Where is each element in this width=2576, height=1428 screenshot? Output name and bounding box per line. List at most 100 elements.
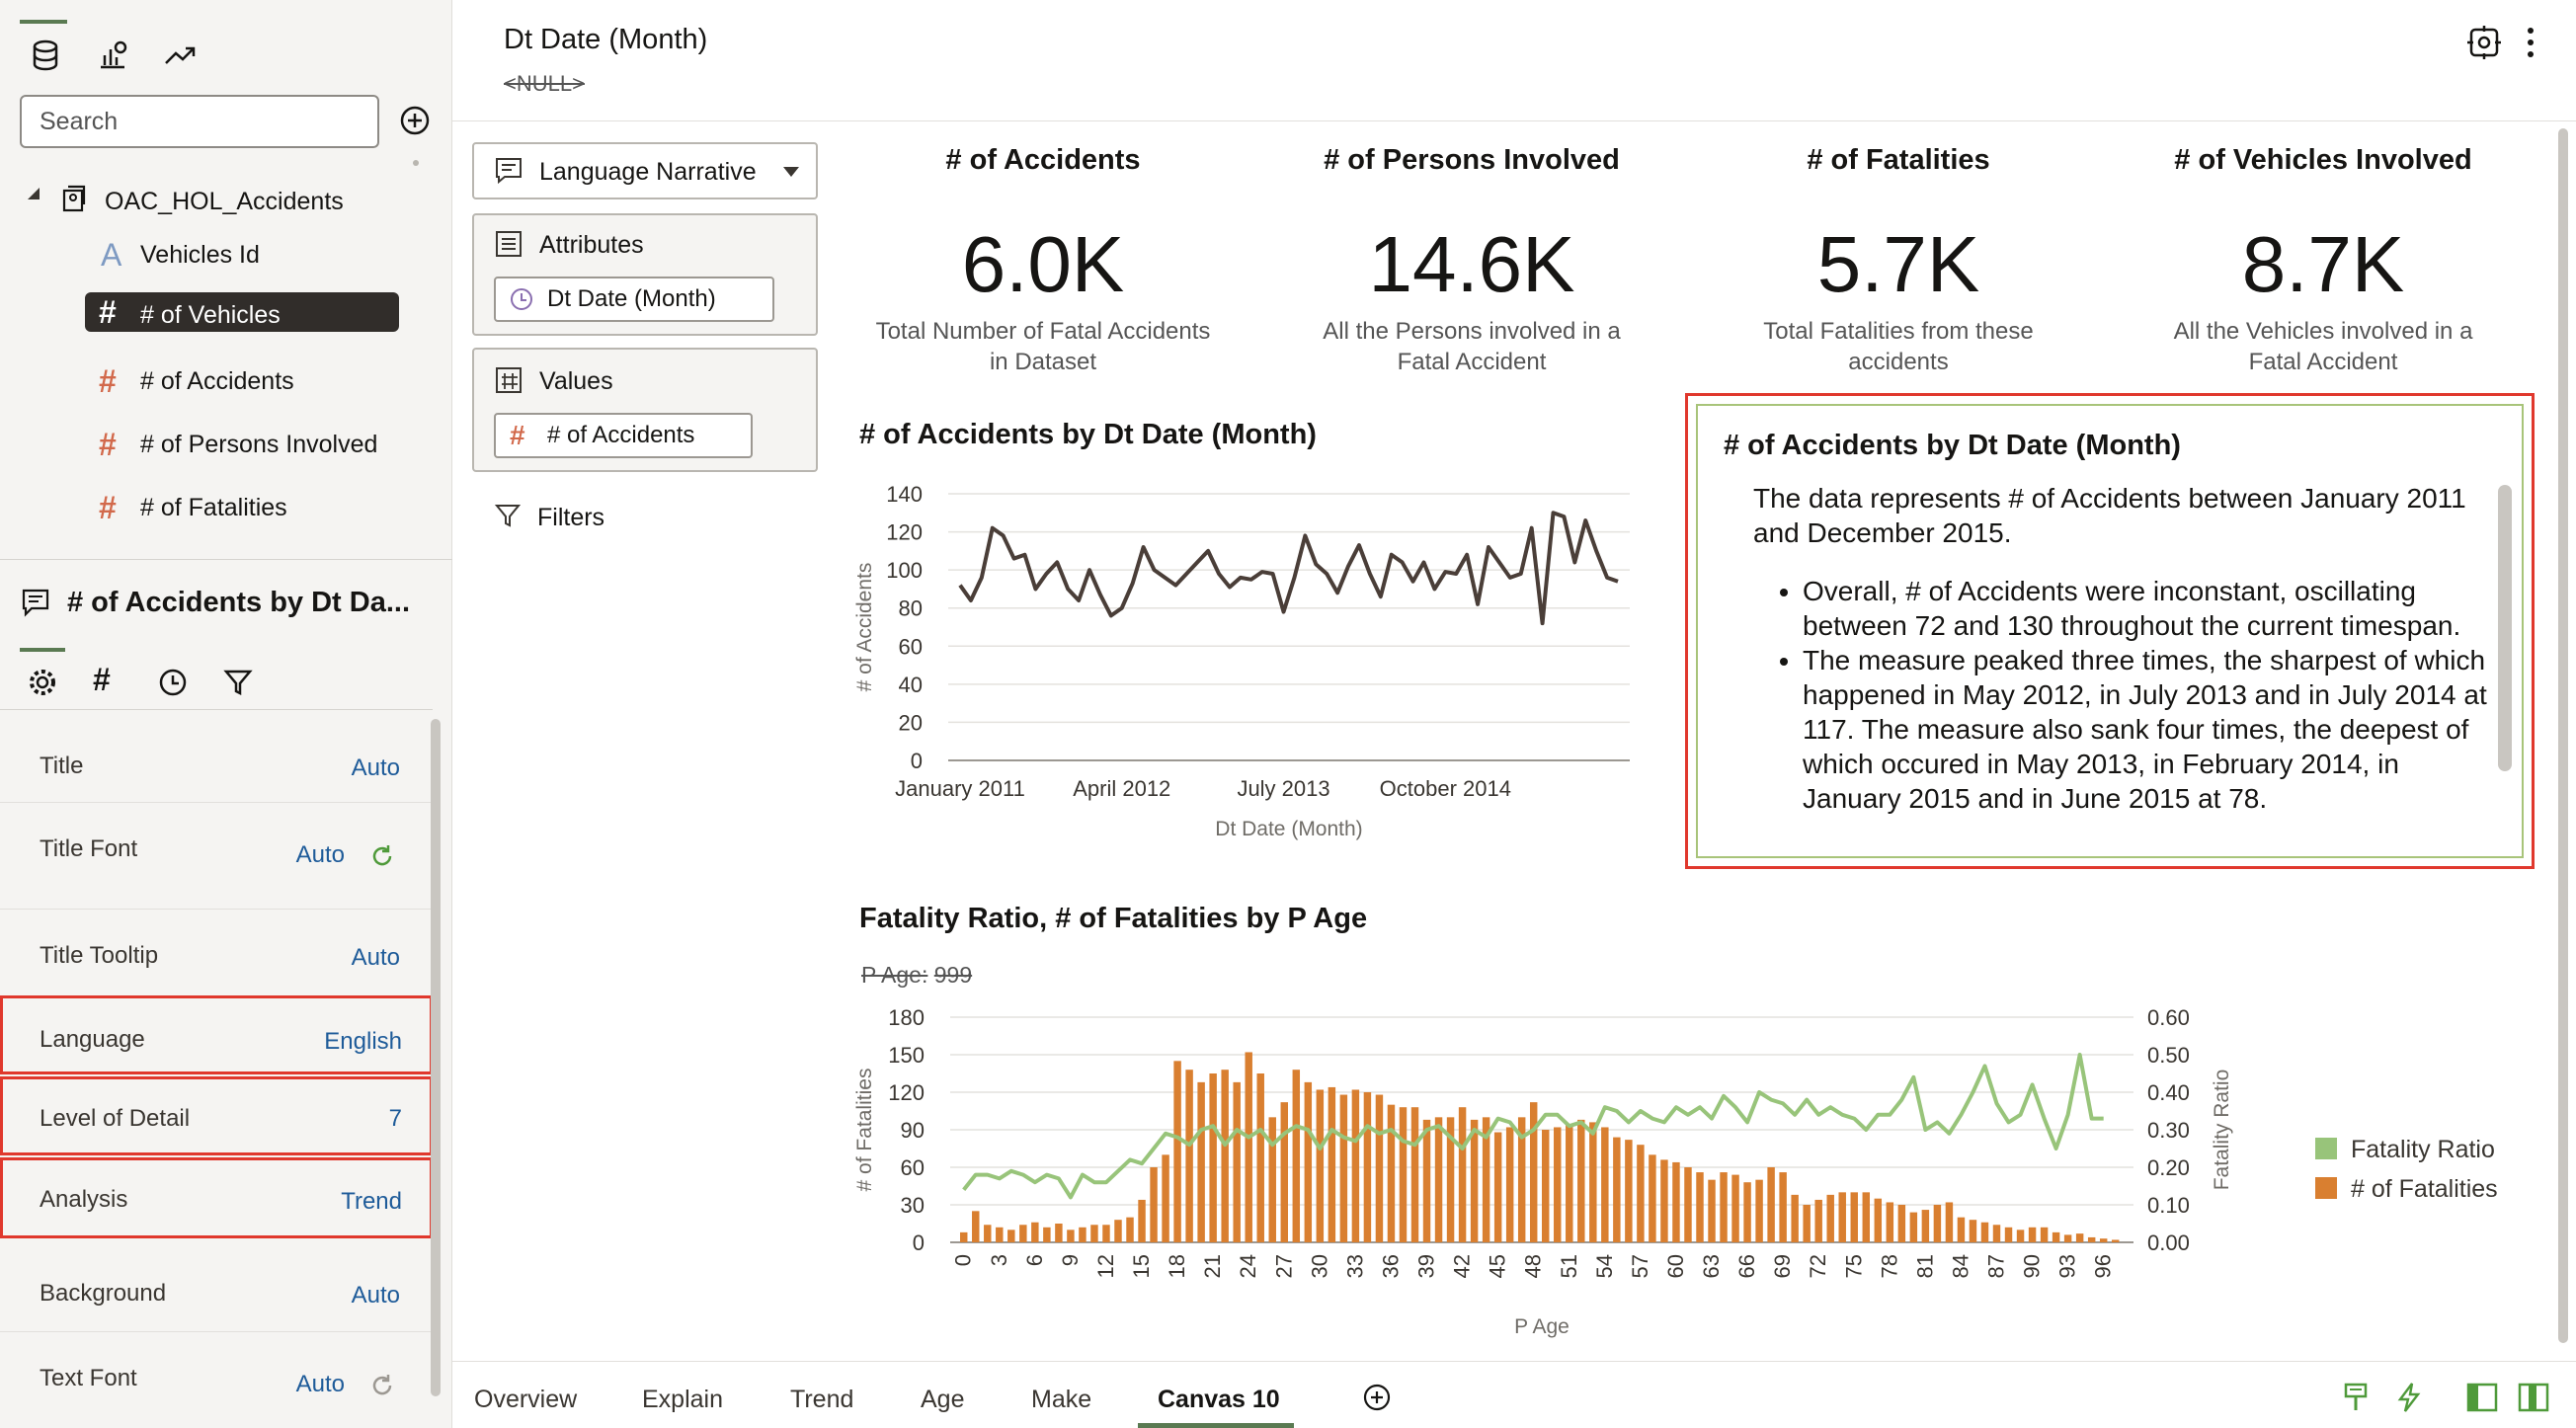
fatalities-bar[interactable] [1410, 1107, 1419, 1242]
fatalities-bar[interactable] [1031, 1222, 1039, 1242]
fatalities-bar[interactable] [1945, 1202, 1954, 1242]
fatalities-bar[interactable] [1375, 1094, 1384, 1242]
combo-chart[interactable]: 03060901201501800.000.100.200.300.400.50… [849, 995, 2272, 1341]
fatalities-bar[interactable] [1613, 1137, 1621, 1242]
fatalities-bar[interactable] [1221, 1070, 1229, 1242]
fatalities-bar[interactable] [2052, 1231, 2060, 1242]
fatalities-bar[interactable] [2099, 1238, 2108, 1242]
fatalities-bar[interactable] [960, 1231, 968, 1242]
tree-item-of-accidents[interactable]: # of Accidents [140, 361, 294, 401]
chart-filter-label[interactable]: P Age: 999 [861, 962, 972, 989]
fatalities-bar[interactable] [1185, 1070, 1193, 1242]
prop-language-value[interactable]: English [324, 1028, 402, 1056]
clock-icon[interactable] [156, 666, 190, 699]
prop-title-tooltip-value[interactable]: Auto [352, 944, 400, 972]
fatalities-bar[interactable] [1660, 1159, 1668, 1242]
fatalities-bar[interactable] [1542, 1130, 1550, 1242]
fatalities-bar[interactable] [1470, 1119, 1479, 1242]
fatalities-bar[interactable] [1529, 1102, 1538, 1242]
hash-icon[interactable]: # [93, 662, 111, 698]
fatalities-bar[interactable] [2040, 1227, 2049, 1242]
visualize-icon[interactable] [93, 36, 132, 75]
prop-background-value[interactable]: Auto [352, 1282, 400, 1309]
fatalities-bar[interactable] [2016, 1230, 2025, 1242]
prop-analysis-value[interactable]: Trend [341, 1188, 402, 1216]
fatalities-bar[interactable] [1601, 1127, 1609, 1242]
fatalities-bar[interactable] [1731, 1174, 1739, 1242]
database-icon[interactable] [26, 36, 65, 75]
fatalities-bar[interactable] [1791, 1194, 1799, 1242]
prop-text-font-value[interactable]: Auto [296, 1371, 345, 1398]
fatalities-bar[interactable] [1458, 1107, 1467, 1242]
fatalities-bar[interactable] [1292, 1070, 1301, 1242]
tab-canvas-10[interactable]: Canvas 10 [1158, 1386, 1280, 1414]
fatalities-bar[interactable] [1126, 1217, 1134, 1242]
fatalities-bar[interactable] [1162, 1154, 1169, 1242]
reset-icon[interactable] [367, 841, 397, 871]
prop-title-value[interactable]: Auto [352, 754, 400, 782]
grammar-panel-toggle-icon[interactable] [2517, 1382, 2550, 1413]
fatalities-bar[interactable] [1577, 1119, 1585, 1242]
collapse-triangle-icon[interactable] [24, 184, 45, 205]
fatalities-bar[interactable] [1589, 1122, 1597, 1242]
prop-level-of-detail-value[interactable]: 7 [389, 1105, 402, 1133]
settings-icon[interactable] [2465, 24, 2503, 61]
fatalities-bar[interactable] [1874, 1198, 1883, 1242]
fatalities-bar[interactable] [1980, 1222, 1989, 1242]
fatalities-bar[interactable] [2063, 1234, 2072, 1242]
viz-type-dropdown[interactable]: Language Narrative [472, 142, 818, 199]
fatalities-bar[interactable] [2075, 1233, 2084, 1242]
fatalities-bar[interactable] [1909, 1212, 1918, 1242]
gear-icon[interactable] [26, 666, 59, 699]
fatalities-bar[interactable] [1803, 1205, 1811, 1242]
plus-circle-icon[interactable] [397, 103, 433, 138]
fatalities-bar[interactable] [1173, 1061, 1181, 1242]
fatalities-bar[interactable] [1363, 1092, 1372, 1242]
search-input[interactable]: Search [20, 95, 379, 148]
fatalities-bar[interactable] [1055, 1224, 1063, 1242]
value-pill[interactable]: # # of Accidents [494, 413, 753, 458]
tab-overview[interactable]: Overview [474, 1386, 577, 1414]
fatalities-bar[interactable] [1566, 1124, 1573, 1242]
fatalities-bar[interactable] [2028, 1227, 2037, 1242]
fatalities-bar[interactable] [2087, 1236, 2096, 1242]
properties-scrollbar[interactable] [431, 719, 441, 1396]
attribute-pill[interactable]: Dt Date (Month) [494, 277, 774, 322]
fatalities-bar[interactable] [1339, 1094, 1348, 1242]
tree-item-of-vehicles[interactable]: # # of Vehicles [85, 292, 399, 332]
tree-item-vehicles-id[interactable]: Vehicles Id [140, 235, 260, 275]
fatalities-bar[interactable] [1493, 1132, 1502, 1242]
fatalities-bar[interactable] [1387, 1104, 1396, 1242]
fatalities-bar[interactable] [1826, 1194, 1834, 1242]
fatalities-bar[interactable] [984, 1225, 992, 1242]
fatalities-bar[interactable] [1505, 1127, 1514, 1242]
fatalities-bar[interactable] [1708, 1179, 1716, 1242]
fatalities-bar[interactable] [1114, 1220, 1122, 1242]
fatalities-bar[interactable] [1649, 1154, 1656, 1242]
add-canvas-icon[interactable] [1361, 1382, 1393, 1413]
fatalities-bar[interactable] [1328, 1086, 1336, 1242]
fatalities-bar[interactable] [1019, 1225, 1027, 1242]
analytics-icon[interactable] [160, 36, 200, 75]
tab-explain[interactable]: Explain [642, 1386, 723, 1414]
tree-item-persons-involved[interactable]: # of Persons Involved [140, 425, 377, 464]
fatalities-bar[interactable] [1720, 1172, 1728, 1242]
fatalities-bar[interactable] [1886, 1202, 1894, 1242]
fatalities-bar[interactable] [1067, 1230, 1075, 1242]
fatalities-bar[interactable] [1256, 1073, 1264, 1242]
fatalities-bar[interactable] [1897, 1205, 1906, 1242]
fatalities-bar[interactable] [1969, 1220, 1977, 1242]
fatalities-bar[interactable] [1921, 1210, 1930, 1242]
tab-age[interactable]: Age [921, 1386, 964, 1414]
fatalities-bar[interactable] [1957, 1217, 1966, 1242]
fatalities-bar[interactable] [1399, 1107, 1408, 1242]
fatalities-bar[interactable] [1043, 1227, 1051, 1242]
fatalities-bar[interactable] [1554, 1127, 1562, 1242]
fatalities-bar[interactable] [1197, 1081, 1205, 1242]
left-panel-toggle-icon[interactable] [2465, 1382, 2499, 1413]
dataset-name[interactable]: OAC_HOL_Accidents [105, 182, 344, 221]
fatalities-bar[interactable] [996, 1227, 1004, 1242]
fatalities-bar[interactable] [1090, 1225, 1098, 1242]
prop-analysis-row[interactable]: Analysis Trend [0, 1157, 433, 1238]
fatalities-bar[interactable] [1779, 1172, 1787, 1242]
